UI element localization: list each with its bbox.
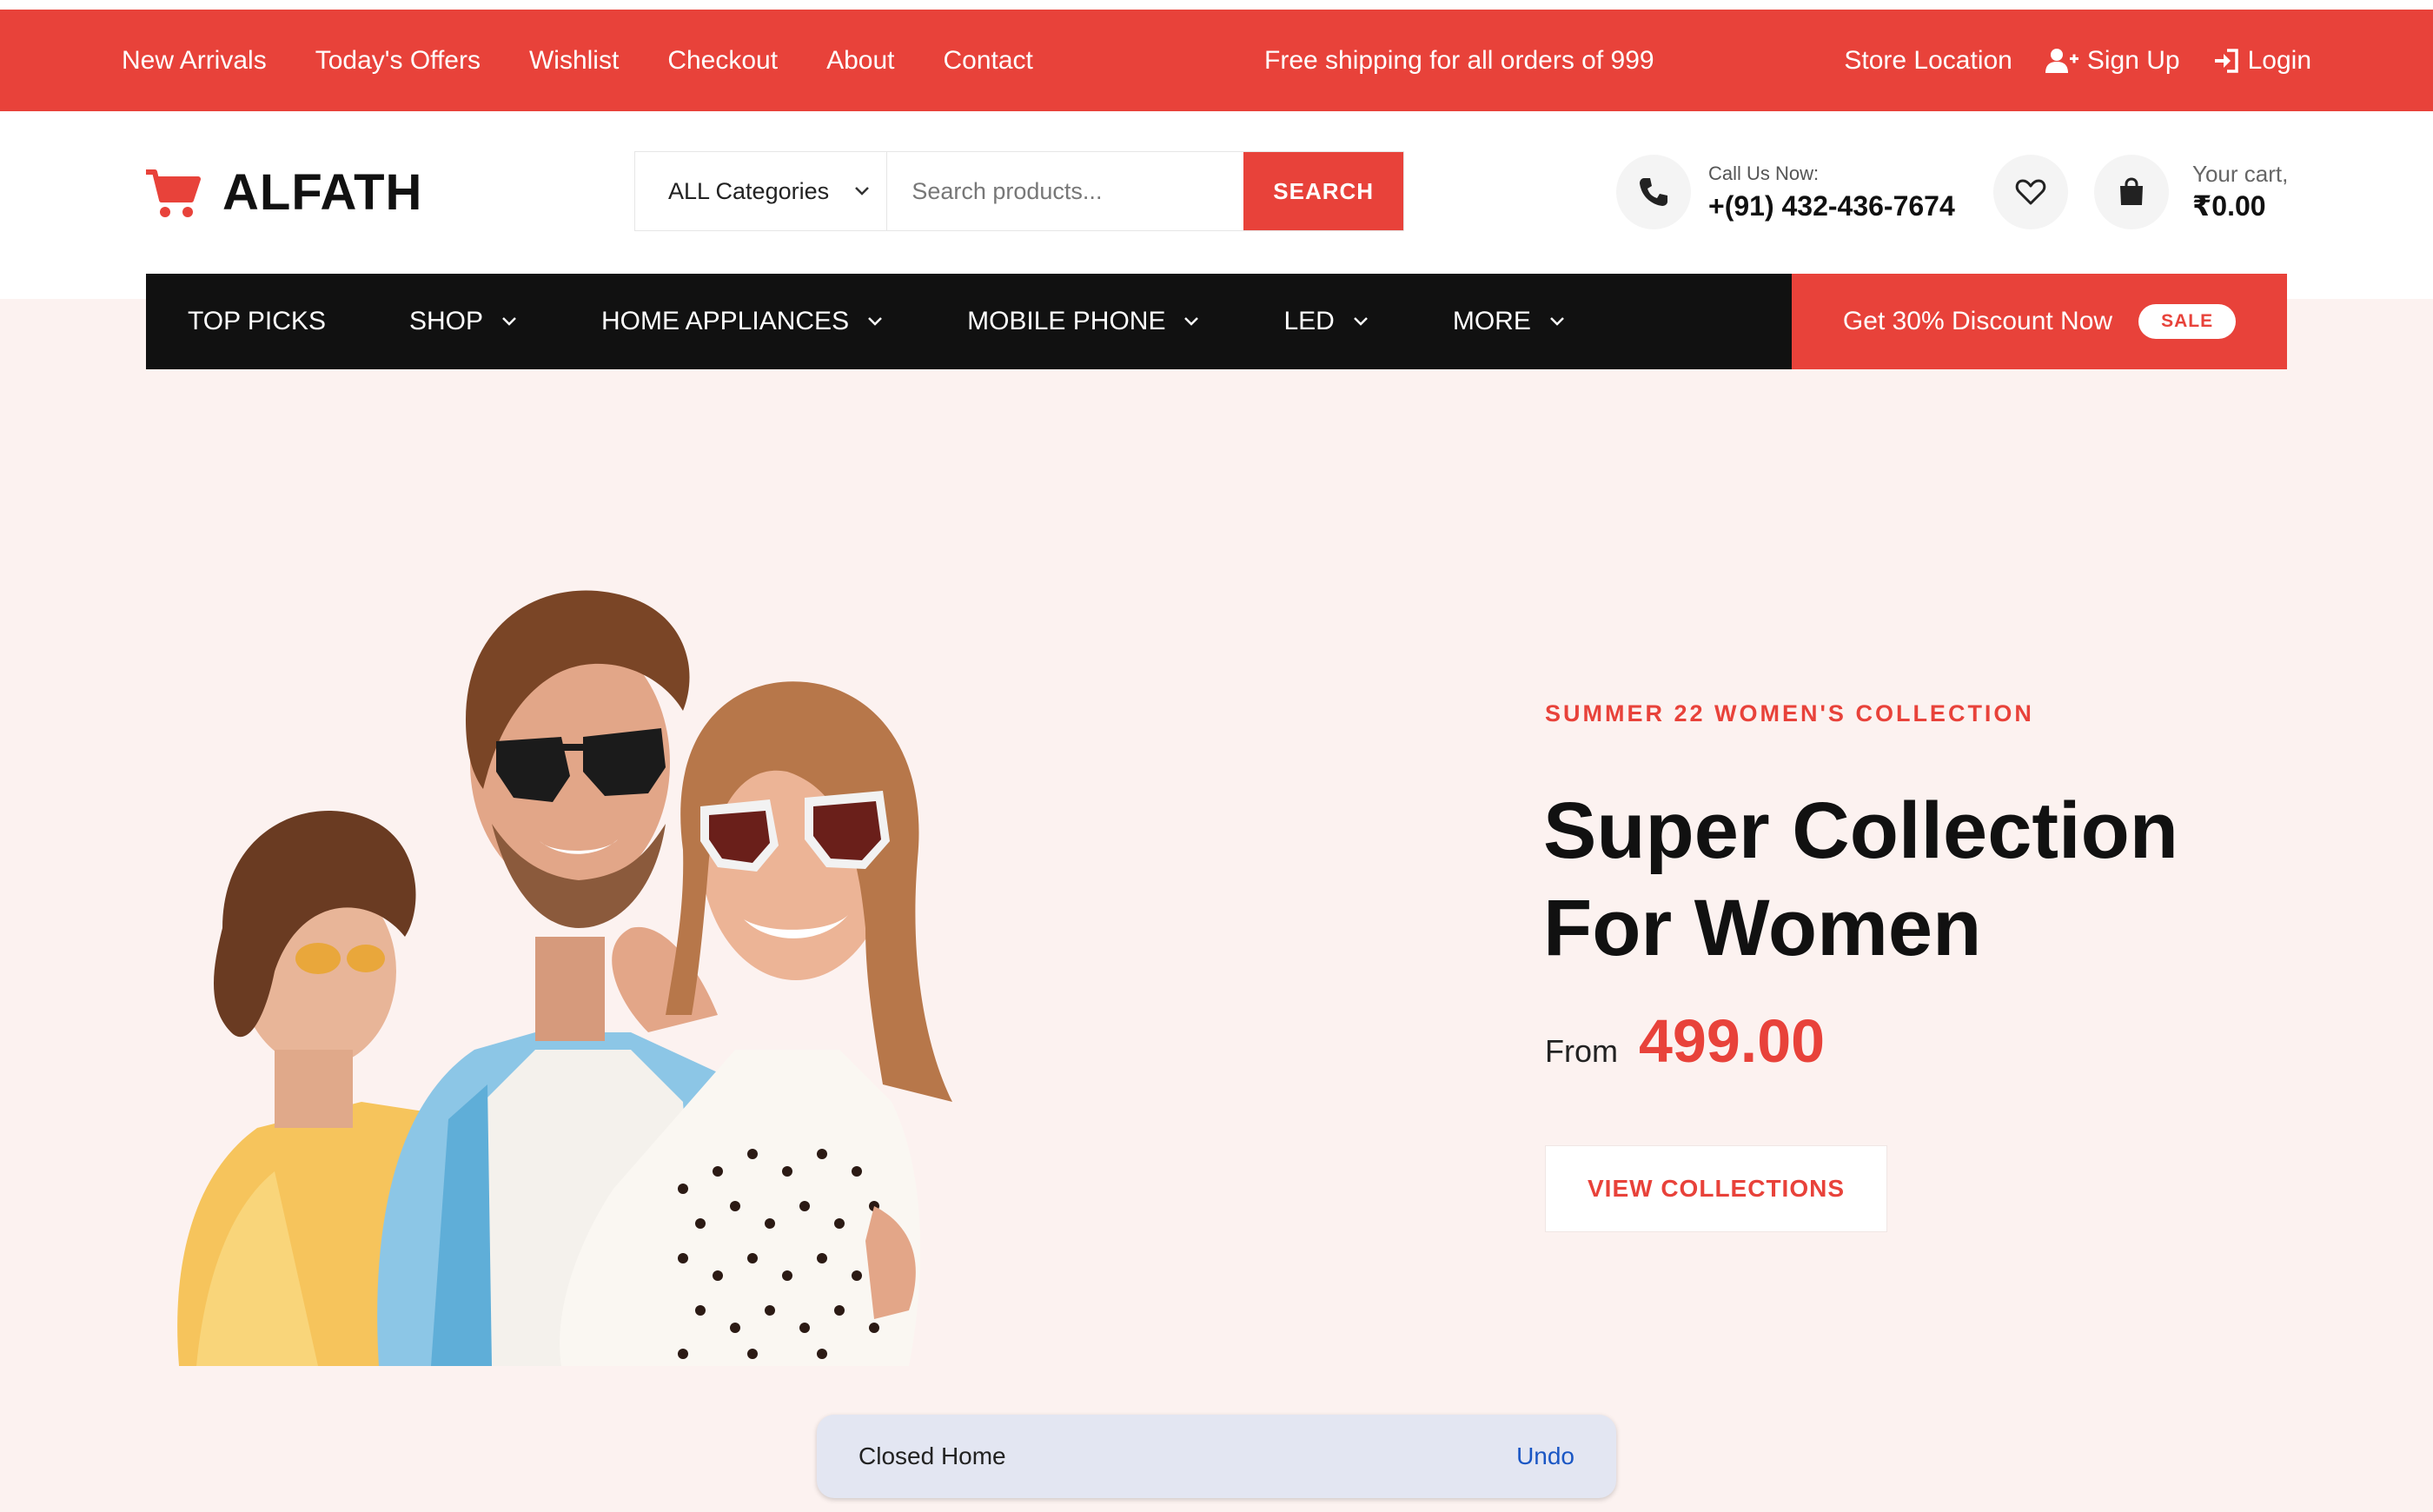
discount-text: Get 30% Discount Now [1842,307,2113,335]
sign-in-icon [2214,48,2238,73]
undo-button[interactable]: Undo [1516,1442,1574,1470]
snackbar: Closed Home Undo [817,1415,1616,1498]
cart-label: Your cart, [2192,161,2289,187]
shipping-promo: Free shipping for all orders of 999 [1264,45,1654,75]
phone-icon [1640,178,1667,206]
login-label: Login [2247,45,2311,75]
cart-summary[interactable]: Your cart, ₹0.00 [2192,161,2288,222]
main-nav-home-appliances[interactable]: HOME APPLIANCES [601,307,884,336]
main-nav-label: HOME APPLIANCES [600,307,850,335]
discount-banner[interactable]: Get 30% Discount Now SALE [1792,274,2287,369]
wishlist-button[interactable] [1993,155,2068,229]
call-us-label: Call Us Now: [1708,162,1820,184]
chevron-down-icon [1353,317,1368,326]
top-nav-checkout[interactable]: Checkout [667,46,778,76]
hero-title-line-2: For Women [1543,884,1982,972]
price-value: 499.00 [1639,1007,1826,1075]
heart-icon [2015,179,2046,205]
shopping-cart-icon [146,169,201,217]
top-nav-contact[interactable]: Contact [943,46,1032,76]
store-location-label: Store Location [1844,45,2012,75]
hero-price: From 499.00 [1545,1006,1825,1076]
main-nav-label: MOBILE PHONE [967,307,1166,335]
cart-button[interactable] [2094,155,2169,229]
top-nav-todays-offers[interactable]: Today's Offers [315,46,481,76]
login-link[interactable]: Login [2213,46,2311,76]
hero-image [177,590,952,1366]
top-nav: New Arrivals Today's Offers Wishlist Che… [122,10,1033,111]
chevron-down-icon [1184,317,1199,326]
shopping-bag-icon [2120,177,2143,205]
top-nav-wishlist[interactable]: Wishlist [529,46,619,76]
phone-icon-circle [1616,155,1691,229]
cart-total: ₹0.00 [2192,190,2266,222]
top-account-links: Store Location Sign Up Login [1844,10,2311,111]
chevron-down-icon [1549,317,1564,326]
user-plus-icon [2045,48,2078,73]
phone-number[interactable]: +(91) 432-436-7674 [1708,190,1955,222]
browser-top-strip [0,0,2433,10]
main-nav: TOP PICKS SHOP HOME APPLIANCES MOBILE PH… [146,274,2287,369]
top-nav-new-arrivals[interactable]: New Arrivals [122,46,267,76]
hero-eyebrow: SUMMER 22 WOMEN'S COLLECTION [1545,700,2034,726]
store-location-link[interactable]: Store Location [1844,46,2012,76]
category-select[interactable]: ALL Categories [635,152,888,230]
main-nav-led[interactable]: LED [1283,307,1369,336]
sign-up-link[interactable]: Sign Up [2045,46,2180,76]
main-nav-more[interactable]: MORE [1453,307,1566,336]
snackbar-message: Closed Home [859,1442,1006,1469]
main-nav-label: LED [1283,307,1335,335]
sign-up-label: Sign Up [2086,45,2180,75]
logo-text: ALFATH [222,164,423,221]
site-header: ALFATH ALL Categories SEARCH Call Us Now… [0,111,2433,299]
search-input[interactable] [887,152,1244,230]
main-nav-label: MORE [1452,307,1531,335]
top-nav-about[interactable]: About [826,46,894,76]
main-nav-top-picks[interactable]: TOP PICKS [188,307,326,336]
main-nav-shop[interactable]: SHOP [409,307,518,336]
main-nav-items: TOP PICKS SHOP HOME APPLIANCES MOBILE PH… [146,274,1792,369]
chevron-down-icon [502,317,516,326]
search-button[interactable]: SEARCH [1243,152,1403,230]
call-us: Call Us Now: +(91) 432-436-7674 [1616,155,1955,229]
chevron-down-icon [855,187,870,196]
main-nav-label: TOP PICKS [188,307,326,335]
sale-badge: SALE [2138,304,2237,339]
site-logo[interactable]: ALFATH [144,163,422,222]
category-select-value: ALL Categories [668,177,830,204]
hero-title: Super Collection For Women [1543,782,2360,977]
main-nav-label: SHOP [408,307,483,335]
price-from-label: From [1545,1033,1618,1069]
top-bar: New Arrivals Today's Offers Wishlist Che… [0,10,2433,111]
hero-title-line-1: Super Collection [1543,786,2178,875]
view-collections-button[interactable]: VIEW COLLECTIONS [1545,1145,1887,1232]
search-bar: ALL Categories SEARCH [634,151,1404,231]
chevron-down-icon [868,317,882,326]
main-nav-mobile-phone[interactable]: MOBILE PHONE [967,307,1200,336]
